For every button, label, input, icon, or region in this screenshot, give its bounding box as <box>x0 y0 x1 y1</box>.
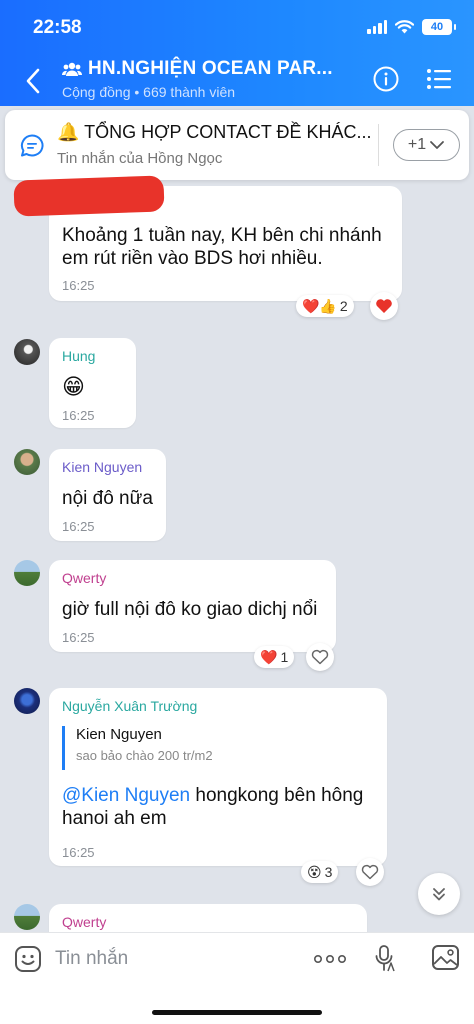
emoji-sticker-icon[interactable] <box>14 945 42 973</box>
message-text: giờ full nội đô ko giao dichj nổi <box>62 599 318 620</box>
home-indicator <box>152 1010 322 1015</box>
status-time: 22:58 <box>33 17 82 38</box>
message-text: 😁 <box>62 374 85 399</box>
react-heart-button[interactable] <box>306 643 334 671</box>
chat-header: 22:58 40 HN.NGHIỆN OCEAN PAR... Cộng đồn… <box>0 0 474 106</box>
sender-name: Qwerty <box>62 914 107 930</box>
heart-filled-icon <box>376 299 392 313</box>
message-bubble[interactable]: Kien Nguyen nội đô nữa 16:25 <box>49 449 166 541</box>
reaction-summary[interactable]: ❤️ 1 <box>254 646 295 668</box>
message-bubble[interactable]: Qwerty giờ full nội đô ko giao dichj nổi… <box>49 560 336 652</box>
reaction-count: 2 <box>339 298 348 314</box>
chevron-down-icon <box>430 141 445 149</box>
mention-link[interactable]: @Kien Nguyen <box>62 785 190 806</box>
battery-icon: 40 <box>422 19 456 35</box>
sender-name: Qwerty <box>62 570 107 586</box>
back-button[interactable] <box>22 66 46 96</box>
double-chevron-down-icon <box>433 888 445 901</box>
reaction-count: 3 <box>324 864 333 880</box>
message-text: nội đô nữa <box>62 488 153 509</box>
avatar[interactable] <box>14 904 40 930</box>
group-title: HN.NGHIỆN OCEAN PAR... <box>88 58 333 79</box>
reaction-emojis: ❤️ <box>260 648 278 665</box>
message-time: 16:25 <box>62 630 95 645</box>
react-heart-button[interactable] <box>356 858 384 886</box>
status-icons: 40 <box>367 19 456 35</box>
reaction-summary[interactable]: ❤️👍 2 <box>296 295 354 317</box>
message-input-bar: Tin nhắn <box>0 932 474 1024</box>
quoted-message[interactable]: Kien Nguyen sao bảo chào 200 tr/m2 <box>62 726 362 770</box>
reaction-emojis: 😵 <box>307 863 322 880</box>
avatar[interactable] <box>14 688 40 714</box>
pinned-message-banner[interactable]: 🔔 TỔNG HỢP CONTACT ĐỀ KHÁC... Tin nhắn c… <box>5 110 469 180</box>
wifi-icon <box>395 20 414 34</box>
message-time: 16:25 <box>62 845 95 860</box>
message-text: hanoi ah em <box>62 808 167 829</box>
reaction-summary[interactable]: 😵 3 <box>301 861 339 883</box>
message-bubble[interactable]: Hung 😁 16:25 <box>49 338 136 428</box>
heart-outline-icon <box>361 864 379 880</box>
pinned-title: 🔔 TỔNG HỢP CONTACT ĐỀ KHÁC... <box>57 122 372 142</box>
scroll-to-bottom-button[interactable] <box>418 873 460 915</box>
sender-name: Kien Nguyen <box>62 459 143 475</box>
message-text: em rút riền vào BDS hơi nhiều. <box>62 248 323 269</box>
message-input[interactable]: Tin nhắn <box>55 948 128 970</box>
voice-to-text-icon[interactable] <box>374 944 396 974</box>
menu-button[interactable] <box>426 68 452 90</box>
redacted-sender <box>13 175 165 217</box>
image-gallery-icon[interactable] <box>431 944 460 971</box>
message-time: 16:25 <box>62 278 95 293</box>
sender-name: Nguyễn Xuân Trường <box>62 698 198 714</box>
heart-outline-icon <box>311 649 329 665</box>
reaction-emojis: ❤️👍 <box>302 297 337 314</box>
pinned-more-count: +1 <box>407 136 427 153</box>
react-heart-button[interactable] <box>370 292 398 320</box>
reaction-count: 1 <box>280 649 289 665</box>
community-icon <box>62 62 82 76</box>
chat-bubble-icon <box>20 134 44 157</box>
message-text: Khoảng 1 tuần nay, KH bên chi nhánh <box>62 225 382 246</box>
message-bubble[interactable]: Nguyễn Xuân Trường Kien Nguyen sao bảo c… <box>49 688 387 866</box>
message-text: @Kien Nguyen hongkong bên hông <box>62 784 363 807</box>
sender-name: Hung <box>62 348 96 364</box>
avatar[interactable] <box>14 449 40 475</box>
quoted-author: Kien Nguyen <box>76 726 162 743</box>
avatar[interactable] <box>14 560 40 586</box>
group-title-row[interactable]: HN.NGHIỆN OCEAN PAR... <box>62 58 333 80</box>
more-options-icon[interactable] <box>314 954 346 964</box>
pinned-more-button[interactable]: +1 <box>393 129 460 161</box>
signal-icon <box>367 20 387 34</box>
info-button[interactable] <box>373 66 399 92</box>
message-text-part: hongkong bên hông <box>190 785 364 806</box>
divider <box>378 124 379 166</box>
avatar[interactable] <box>14 339 40 365</box>
message-time: 16:25 <box>62 408 95 423</box>
group-member-count: Cộng đồng • 669 thành viên <box>62 84 236 100</box>
message-time: 16:25 <box>62 519 95 534</box>
quoted-text: sao bảo chào 200 tr/m2 <box>76 748 213 763</box>
pinned-subtitle: Tin nhắn của Hồng Ngọc <box>57 150 223 167</box>
